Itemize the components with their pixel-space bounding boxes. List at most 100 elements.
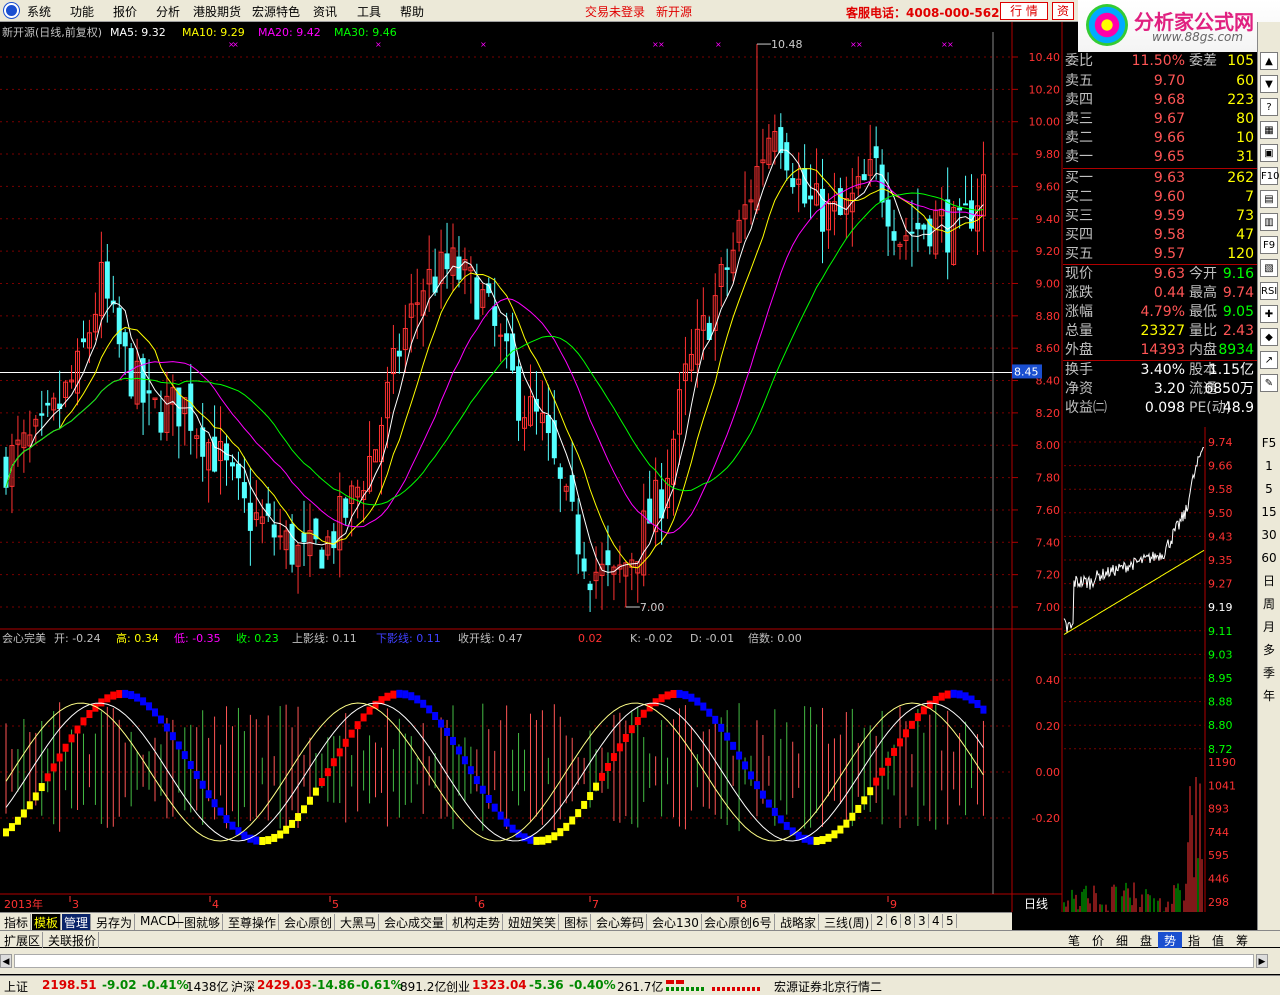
toolbar-icon[interactable]: ✚	[1260, 305, 1278, 323]
indicator-tab[interactable]: 5	[944, 914, 957, 928]
menu-hk-futures[interactable]: 港股期货	[193, 3, 241, 20]
toolbar-icon[interactable]: ▼	[1260, 75, 1278, 93]
indicator-tab[interactable]: 6	[888, 914, 901, 928]
toolbar-icon[interactable]: ?	[1260, 98, 1278, 116]
toolbar-icon[interactable]: ▧	[1260, 259, 1278, 277]
indicator-tab[interactable]: 另存为	[94, 914, 136, 931]
toolbar-icon[interactable]: ↗	[1260, 351, 1278, 369]
candle-body	[820, 188, 826, 232]
toolbar-icon[interactable]: ◆	[1260, 328, 1278, 346]
detail-tab[interactable]: 盘	[1134, 932, 1158, 949]
indicator-tab[interactable]: 会心筹码	[594, 914, 648, 931]
signal-marker: ×	[375, 40, 382, 49]
trend-block	[748, 771, 754, 780]
toolbar-icon[interactable]: ▦	[1260, 121, 1278, 139]
ind-mult: 倍数: 0.00	[748, 631, 802, 645]
indicator-tab[interactable]: 模板	[32, 914, 62, 931]
minute-price-tick: 9.11	[1208, 625, 1233, 638]
period-button[interactable]: 1	[1259, 455, 1279, 477]
trend-block	[920, 706, 927, 715]
toolbar-icon[interactable]: ▲	[1260, 52, 1278, 70]
trend-block	[104, 694, 111, 703]
trend-block	[509, 824, 516, 833]
trade-button[interactable]: 资	[1052, 2, 1074, 20]
toolbar-icon[interactable]: ✎	[1260, 374, 1278, 392]
indicator-tab[interactable]: 大黑马	[338, 914, 380, 931]
period-button[interactable]: 5	[1259, 478, 1279, 500]
cy-percent: -0.40%	[569, 978, 616, 992]
indicator-tab[interactable]: 4	[930, 914, 943, 928]
sell-row: 卖五 9.70 60	[1063, 72, 1257, 91]
indicator-tab[interactable]: 会心成交量	[382, 914, 448, 931]
trend-block	[38, 783, 45, 792]
scroll-right-icon[interactable]: ▶	[1256, 954, 1268, 968]
toolbar-icon[interactable]: F9	[1260, 236, 1278, 254]
login-status[interactable]: 交易未登录	[585, 3, 645, 20]
menu-function[interactable]: 功能	[70, 3, 94, 20]
period-button[interactable]: 多	[1259, 639, 1279, 661]
detail-tab[interactable]: 指	[1182, 932, 1206, 949]
detail-tab[interactable]: 势	[1158, 932, 1182, 949]
period-button[interactable]: 月	[1259, 616, 1279, 638]
period-button[interactable]: 30	[1259, 524, 1279, 546]
period-button[interactable]: 季	[1259, 662, 1279, 684]
open-account-link[interactable]: 新开源	[656, 3, 692, 20]
indicator-tab[interactable]: 妞妞笑笑	[506, 914, 560, 931]
trend-block	[724, 732, 731, 741]
menu-news[interactable]: 资讯	[313, 3, 337, 20]
horizontal-scrollbar[interactable]: ◀ ▶	[0, 948, 1280, 974]
detail-tab[interactable]: 细	[1110, 932, 1134, 949]
indicator-tab[interactable]: 管理	[62, 914, 92, 931]
period-button[interactable]: 15	[1259, 501, 1279, 523]
indicator-tab[interactable]: 会心130	[650, 914, 702, 931]
trend-block	[217, 807, 224, 816]
app-logo-icon[interactable]	[4, 3, 19, 18]
indicator-tab[interactable]: 指标	[2, 914, 32, 931]
trend-block	[140, 697, 147, 706]
detail-tab[interactable]: 筹	[1230, 932, 1254, 949]
toolbar-icon[interactable]: ▣	[1260, 144, 1278, 162]
period-button[interactable]: 年	[1259, 685, 1279, 707]
menu-system[interactable]: 系统	[27, 3, 51, 20]
toolbar-icon[interactable]: F10	[1260, 167, 1279, 185]
trend-block	[444, 727, 451, 736]
period-button[interactable]: 日	[1259, 570, 1279, 592]
indicator-tab[interactable]: 一图就够	[170, 914, 224, 931]
menu-analysis[interactable]: 分析	[156, 3, 180, 20]
extension-tab[interactable]: 扩展区	[2, 932, 44, 949]
indicator-tab[interactable]: 会心原创	[282, 914, 336, 931]
toolbar-icon[interactable]: ▤	[1260, 190, 1278, 208]
toolbar-icon[interactable]: ▥	[1260, 213, 1278, 231]
period-button[interactable]: 周	[1259, 593, 1279, 615]
menu-hongyuan[interactable]: 宏源特色	[252, 3, 300, 20]
indicator-tab[interactable]: 2	[874, 914, 887, 928]
ma30-value: MA30: 9.46	[334, 26, 397, 39]
indicator-tab[interactable]: 会心原创6号	[702, 914, 775, 931]
extension-tab[interactable]: 关联报价	[46, 932, 100, 949]
detail-tab[interactable]: 值	[1206, 932, 1230, 949]
menu-tools[interactable]: 工具	[357, 3, 381, 20]
candle-body	[885, 199, 891, 227]
detail-tab[interactable]: 笔	[1062, 932, 1086, 949]
trend-block	[14, 816, 21, 825]
menu-quote[interactable]: 报价	[113, 3, 137, 20]
minute-price-tick: 8.80	[1208, 719, 1233, 732]
indicator-tab[interactable]: 8	[902, 914, 915, 928]
period-button[interactable]: 60	[1259, 547, 1279, 569]
detail-tab[interactable]: 价	[1086, 932, 1110, 949]
indicator-tab[interactable]: 3	[916, 914, 929, 928]
candle-body	[116, 307, 122, 345]
menu-help[interactable]: 帮助	[400, 3, 424, 20]
scroll-left-icon[interactable]: ◀	[0, 954, 12, 968]
indicator-tab[interactable]: 三线(周)	[822, 914, 873, 931]
indicator-tab[interactable]: 至尊操作	[226, 914, 280, 931]
indicator-tab[interactable]: 图标	[562, 914, 592, 931]
toolbar-icon[interactable]: RSI	[1260, 282, 1278, 300]
ind-kline: 收开线: 0.47	[458, 631, 523, 645]
quote-button[interactable]: 行 情	[1000, 2, 1048, 20]
period-button[interactable]: F5	[1259, 432, 1279, 454]
indicator-tab[interactable]: 机构走势	[450, 914, 504, 931]
scroll-track[interactable]	[14, 954, 1254, 968]
indicator-tab[interactable]: 战略家	[778, 914, 820, 931]
trend-block	[533, 836, 540, 845]
